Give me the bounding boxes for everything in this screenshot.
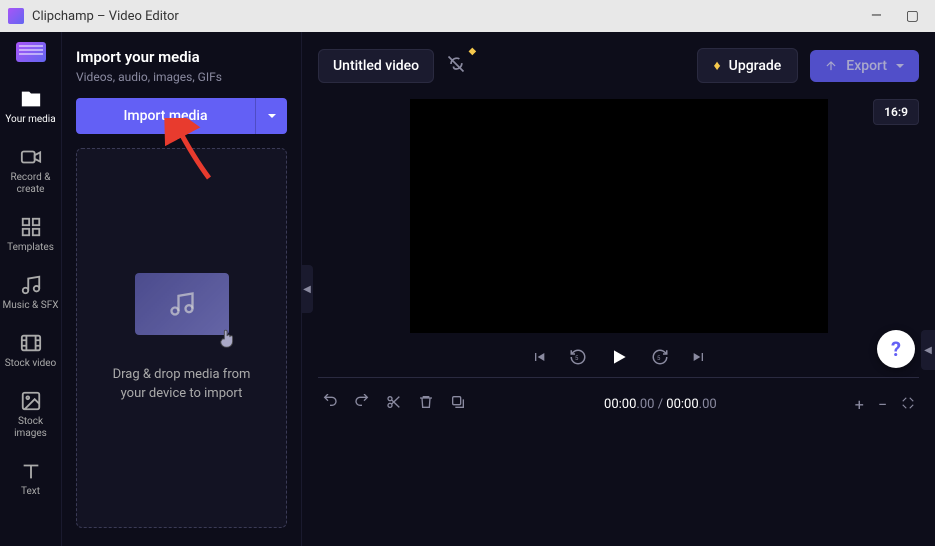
image-icon [20, 390, 42, 412]
film-icon [20, 332, 42, 354]
sidebar-item-label: Templates [7, 242, 54, 254]
premium-badge-icon: ◆ [468, 46, 476, 57]
topbar: Untitled video ◆ ♦ Upgrade Export [318, 48, 919, 83]
undo-button[interactable] [322, 394, 338, 414]
svg-text:5: 5 [575, 355, 579, 362]
preview-area: 16:9 [318, 99, 919, 333]
sidebar-item-record-create[interactable]: Record & create [0, 138, 61, 204]
import-media-button[interactable]: Import media [76, 98, 255, 134]
upgrade-label: Upgrade [729, 58, 782, 74]
gem-icon: ♦ [714, 57, 721, 74]
sidebar: Your media Record & create Templates Mus… [0, 32, 62, 546]
dropzone-text: Drag & drop media from your device to im… [113, 365, 251, 404]
zoom-fit-button[interactable] [901, 395, 915, 414]
sidebar-item-label: Stock images [2, 416, 59, 440]
camera-icon [20, 146, 42, 168]
clipchamp-logo-icon[interactable] [16, 42, 46, 62]
sidebar-item-stock-video[interactable]: Stock video [0, 324, 61, 378]
aspect-ratio-button[interactable]: 16:9 [873, 99, 919, 125]
help-button[interactable]: ? [877, 330, 915, 368]
text-icon [20, 460, 42, 482]
zoom-in-button[interactable]: + [855, 395, 864, 414]
export-label: Export [846, 58, 887, 74]
chevron-down-icon [267, 111, 277, 121]
skip-end-button[interactable] [691, 349, 707, 365]
folder-icon [20, 88, 42, 110]
panel-title: Import your media [76, 48, 287, 66]
titlebar: Clipchamp – Video Editor ― ▢ [0, 0, 935, 32]
sidebar-item-label: Your media [5, 114, 55, 126]
chevron-down-icon [895, 61, 905, 71]
music-icon [20, 274, 42, 296]
cleanup-button[interactable] [450, 394, 466, 414]
zoom-out-button[interactable]: − [878, 395, 887, 414]
sidebar-item-text[interactable]: Text [0, 452, 61, 506]
export-button[interactable]: Export [810, 50, 919, 82]
forward-button[interactable]: 5 [651, 348, 669, 366]
panel-subtitle: Videos, audio, images, GIFs [76, 70, 287, 84]
sidebar-item-stock-images[interactable]: Stock images [0, 382, 61, 448]
minimize-button[interactable]: ― [871, 8, 882, 24]
sidebar-item-music-sfx[interactable]: Music & SFX [0, 266, 61, 320]
play-button[interactable] [609, 347, 629, 367]
sidebar-item-label: Stock video [5, 358, 57, 370]
window-title: Clipchamp – Video Editor [32, 9, 179, 24]
media-panel: Import your media Videos, audio, images,… [62, 32, 302, 546]
no-effects-icon [446, 54, 466, 74]
upgrade-button[interactable]: ♦ Upgrade [697, 48, 799, 83]
upload-icon [824, 59, 838, 73]
sidebar-item-label: Text [21, 486, 40, 498]
maximize-button[interactable]: ▢ [906, 8, 919, 24]
project-title-input[interactable]: Untitled video [318, 49, 434, 83]
sidebar-item-label: Record & create [2, 172, 59, 196]
timeline-toolbar: 00:00.00 / 00:00.00 + − [318, 377, 919, 414]
right-panel-handle[interactable]: ◀ [921, 330, 935, 370]
effects-button[interactable]: ◆ [446, 54, 466, 78]
media-dropzone[interactable]: Drag & drop media from your device to im… [76, 148, 287, 528]
svg-text:5: 5 [657, 355, 661, 362]
split-button[interactable] [386, 394, 402, 414]
dropzone-thumbnail-icon [135, 273, 229, 335]
redo-button[interactable] [354, 394, 370, 414]
delete-button[interactable] [418, 394, 434, 414]
player-controls: 5 5 [318, 333, 919, 377]
main-area: Untitled video ◆ ♦ Upgrade Export 16:9 5 [302, 32, 935, 546]
hand-cursor-icon [217, 327, 239, 349]
sidebar-item-templates[interactable]: Templates [0, 208, 61, 262]
sidebar-item-your-media[interactable]: Your media [0, 80, 61, 134]
import-media-dropdown-button[interactable] [255, 98, 287, 134]
app-logo-icon [8, 8, 24, 24]
preview-canvas[interactable] [410, 99, 828, 333]
rewind-button[interactable]: 5 [569, 348, 587, 366]
sidebar-item-label: Music & SFX [3, 300, 59, 312]
time-display: 00:00.00 / 00:00.00 [604, 397, 717, 412]
templates-icon [20, 216, 42, 238]
skip-start-button[interactable] [531, 349, 547, 365]
